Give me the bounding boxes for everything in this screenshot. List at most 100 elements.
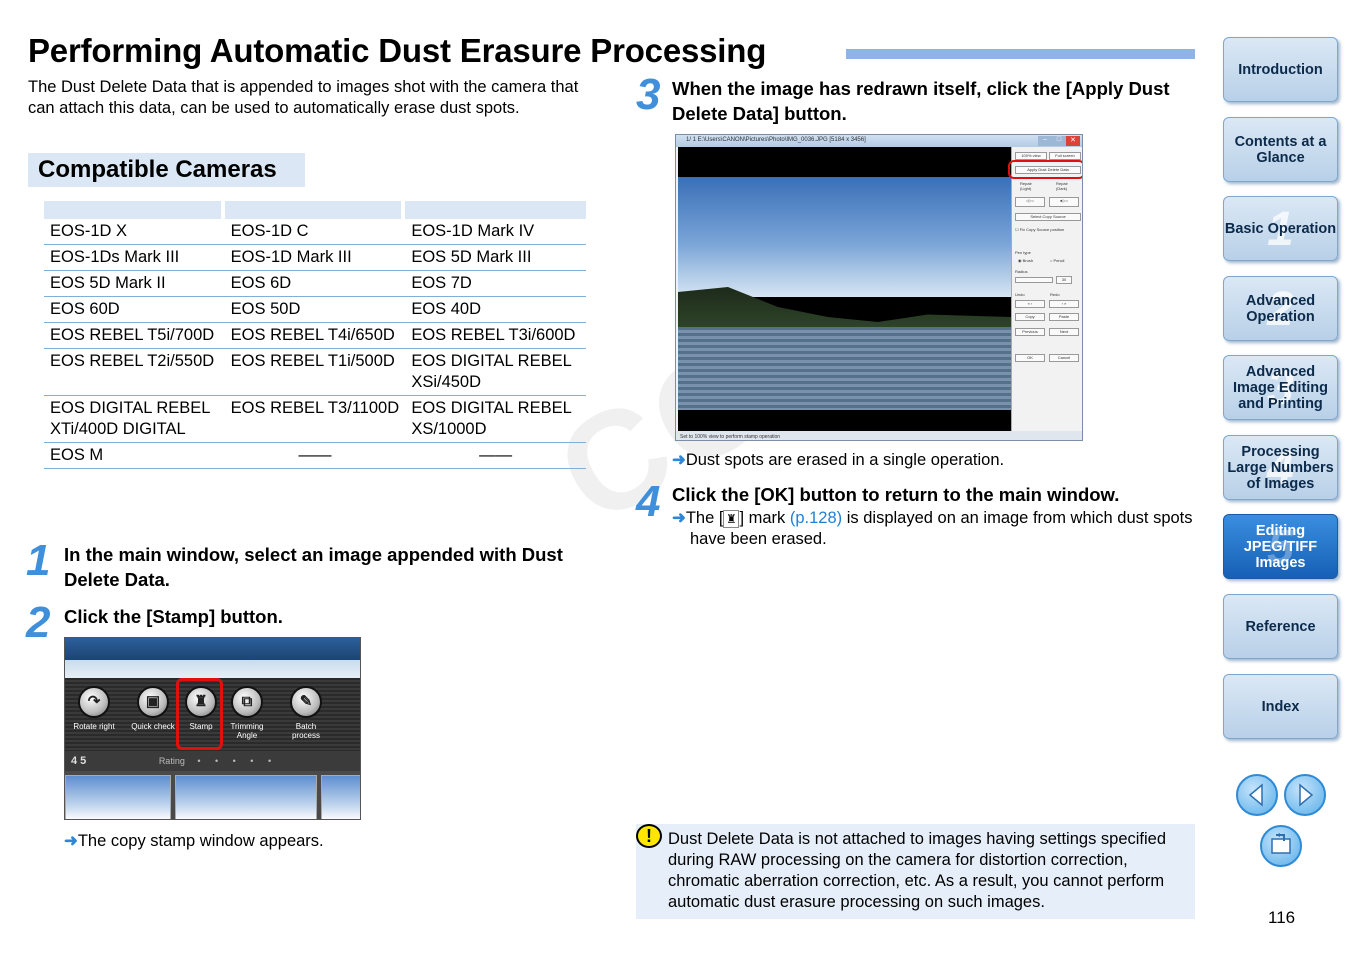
- redo-buttons[interactable]: › »: [1049, 300, 1079, 308]
- repair-light-button[interactable]: ○▷○: [1015, 197, 1045, 207]
- radius-label: Radius: [1015, 269, 1028, 274]
- step-4-number: 4: [636, 477, 661, 526]
- stamp-highlight: [176, 678, 223, 750]
- header-cell: [44, 201, 225, 219]
- repair-dark-button[interactable]: ●▷○: [1049, 197, 1079, 207]
- table-cell: EOS 50D: [224, 297, 406, 323]
- stamp-tool-panel: 100% view Full screen Apply Dust Delete …: [1011, 147, 1082, 431]
- nav-tab-basic-operation[interactable]: 1 Basic Operation: [1223, 196, 1338, 261]
- step-2-text: Click the [Stamp] button.: [64, 606, 283, 627]
- window-header: [65, 638, 360, 660]
- step-4-result-pre: The [: [685, 509, 724, 527]
- stamp-mark-icon: ♜: [723, 510, 740, 528]
- step-1-number: 1: [26, 536, 51, 585]
- paste-button[interactable]: Paste: [1049, 313, 1079, 321]
- brush-radio[interactable]: ◉ Brush: [1018, 258, 1033, 263]
- pencil-radio[interactable]: ○ Pencil: [1050, 258, 1064, 263]
- radius-value[interactable]: 30: [1056, 276, 1072, 284]
- photo-water: [678, 327, 1011, 410]
- table-cell: EOS REBEL T2i/550D: [44, 349, 225, 396]
- page-number: 116: [1268, 908, 1296, 927]
- 100-view-button[interactable]: 100% view: [1015, 152, 1047, 160]
- tab-label: Advanced Operation: [1245, 292, 1316, 325]
- title-rule: [846, 49, 1195, 59]
- trimming-angle-button[interactable]: ⧉ Trimming Angle: [222, 686, 272, 740]
- thumbnail[interactable]: [65, 775, 171, 819]
- quick-check-icon: ▣: [137, 686, 169, 718]
- maximize-icon[interactable]: □: [1052, 136, 1066, 146]
- nav-tab-editing-jpeg[interactable]: 5 Editing JPEG/TIFF Images: [1223, 514, 1338, 579]
- ok-button[interactable]: OK: [1015, 354, 1045, 362]
- rating-label: Rating: [158, 756, 185, 766]
- rating-dots[interactable]: • • • • •: [197, 756, 277, 766]
- step-3-number: 3: [636, 70, 661, 119]
- cancel-button[interactable]: Cancel: [1049, 354, 1079, 362]
- table-cell: EOS 6D: [224, 271, 406, 297]
- radius-slider[interactable]: [1015, 277, 1053, 283]
- next-button[interactable]: Next: [1049, 328, 1079, 336]
- full-screen-button[interactable]: Full screen: [1049, 152, 1081, 160]
- thumbnail[interactable]: [321, 775, 360, 819]
- rotate-right-button[interactable]: ↷ Rotate right: [69, 686, 119, 731]
- photo-sky: [678, 177, 1011, 297]
- step-2-result-text: The copy stamp window appears.: [77, 832, 324, 850]
- table-cell: EOS M: [44, 443, 225, 469]
- step-3-text: When the image has redrawn itself, click…: [672, 78, 1170, 124]
- table-cell: ——: [224, 443, 406, 469]
- close-icon[interactable]: ✕: [1066, 136, 1080, 146]
- tab-label: Processing Large Numbers of Images: [1227, 443, 1334, 492]
- undo-label: Undo: [1015, 292, 1025, 297]
- thumbnail[interactable]: [175, 775, 317, 819]
- undo-buttons[interactable]: « ‹: [1015, 300, 1045, 308]
- table-cell: EOS 60D: [44, 297, 225, 323]
- copy-button[interactable]: Copy: [1015, 313, 1045, 321]
- caution-text: Dust Delete Data is not attached to imag…: [668, 830, 1167, 911]
- next-page-button[interactable]: [1284, 774, 1326, 816]
- tab-label: Basic Operation: [1224, 220, 1337, 237]
- result-arrow-icon: ➜: [672, 451, 686, 469]
- rating-number: 4 5: [71, 755, 87, 767]
- step-4-result-mid: ] mark: [739, 509, 786, 527]
- tab-label: Advanced Image Editing and Printing: [1232, 363, 1329, 412]
- nav-tab-contents[interactable]: Contents at a Glance: [1223, 117, 1338, 182]
- header-cell: [224, 201, 406, 219]
- nav-tab-introduction[interactable]: Introduction: [1223, 37, 1338, 102]
- previous-button[interactable]: Previous: [1015, 328, 1045, 336]
- table-cell: EOS-1D Mark III: [224, 245, 406, 271]
- step-4-text: Click the [OK] button to return to the m…: [672, 484, 1120, 505]
- nav-tab-advanced-operation[interactable]: 2 Advanced Operation: [1223, 276, 1338, 341]
- step-3-result: ➜Dust spots are erased in a single opera…: [672, 450, 1004, 471]
- nav-tab-reference[interactable]: Reference: [1223, 594, 1338, 659]
- rating-bar: 4 5 Rating • • • • •: [65, 751, 360, 771]
- rotate-right-icon: ↷: [78, 686, 110, 718]
- brush-label: Brush: [1022, 258, 1034, 263]
- page-128-link[interactable]: (p.128): [790, 509, 842, 527]
- return-button[interactable]: [1260, 825, 1302, 867]
- tool-label: Trimming Angle: [230, 722, 264, 740]
- nav-tab-processing[interactable]: 4 Processing Large Numbers of Images: [1223, 435, 1338, 500]
- table-cell: EOS-1D Mark IV: [405, 219, 586, 245]
- repair-light-label: Repair (Light): [1020, 181, 1032, 191]
- step-2-number: 2: [26, 598, 51, 647]
- result-arrow-icon: ➜: [64, 832, 78, 850]
- nav-tab-advanced-editing[interactable]: 3 Advanced Image Editing and Printing: [1223, 355, 1338, 420]
- batch-process-icon: ✎: [290, 686, 322, 718]
- copy-stamp-window-screenshot: 1/ 1 E:\Users\CANON\Pictures\Photo\IMG_0…: [675, 134, 1083, 441]
- previous-page-button[interactable]: [1236, 774, 1278, 816]
- table-header-row: [44, 201, 586, 219]
- arrow-right-icon: [1299, 783, 1314, 807]
- compatible-cameras-table: EOS-1D X EOS-1D C EOS-1D Mark IV EOS-1Ds M…: [44, 201, 586, 469]
- fix-copy-source-checkbox[interactable]: ☐ Fix Copy Source position: [1015, 227, 1064, 232]
- table-cell: EOS 5D Mark II: [44, 271, 225, 297]
- table-cell: EOS-1D C: [224, 219, 406, 245]
- table-cell: EOS DIGITAL REBEL XTi/400D DIGITAL: [44, 396, 225, 443]
- batch-process-button[interactable]: ✎ Batch process: [281, 686, 331, 740]
- lake-photo: [678, 147, 1011, 431]
- select-copy-source-button[interactable]: Select Copy Source: [1015, 213, 1081, 221]
- nav-tab-index[interactable]: Index: [1223, 674, 1338, 739]
- table-cell: EOS DIGITAL REBEL XS/1000D: [405, 396, 586, 443]
- table-cell: EOS 5D Mark III: [405, 245, 586, 271]
- quick-check-button[interactable]: ▣ Quick check: [128, 686, 178, 731]
- minimize-icon[interactable]: –: [1038, 136, 1052, 146]
- intro-text: The Dust Delete Data that is appended to…: [28, 78, 579, 117]
